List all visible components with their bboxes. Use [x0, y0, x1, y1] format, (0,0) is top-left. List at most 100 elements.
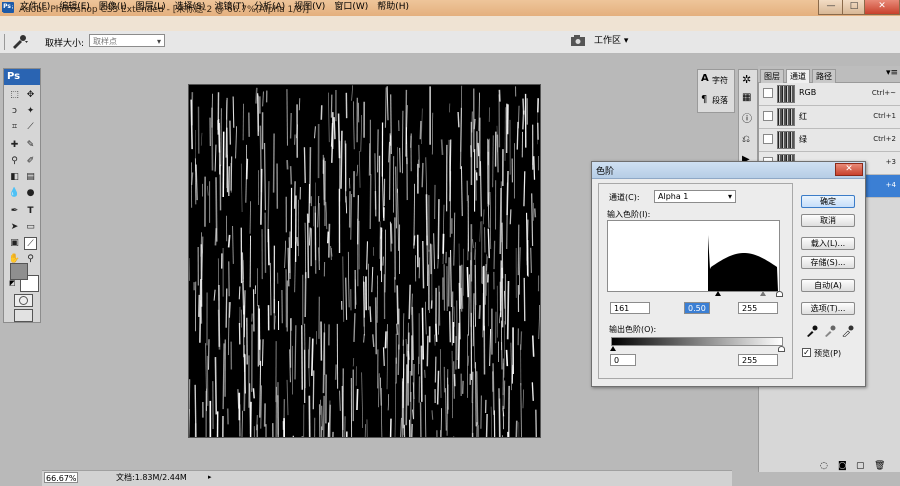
channel-row-rgb[interactable]: RGB Ctrl+~: [759, 83, 900, 106]
load-channel-selection-icon[interactable]: ◌: [820, 461, 828, 471]
menu-filter[interactable]: 滤镜(T): [214, 1, 245, 14]
menu-help[interactable]: 帮助(H): [377, 1, 409, 14]
notes-tool-icon[interactable]: ▣: [8, 237, 21, 250]
tab-channels[interactable]: 通道: [786, 69, 810, 84]
status-menu-arrow-icon[interactable]: ▸: [208, 473, 212, 481]
eyedropper-tool-icon[interactable]: ⟋: [24, 237, 37, 250]
paragraph-panel-icon[interactable]: ¶: [701, 94, 707, 105]
history-panel-icon[interactable]: ⎌: [742, 134, 750, 145]
foreground-color-swatch[interactable]: [10, 263, 28, 280]
texture-streak: [422, 308, 423, 360]
dodge-tool-icon[interactable]: ●: [24, 187, 37, 200]
lasso-tool-icon[interactable]: ↄ: [8, 105, 21, 118]
texture-streak: [260, 126, 261, 192]
save-button[interactable]: 存储(S)...: [801, 256, 855, 269]
texture-streak: [385, 331, 386, 348]
visibility-eye-icon[interactable]: [763, 134, 773, 144]
menu-analysis[interactable]: 分析(A): [254, 1, 285, 14]
marquee-tool-icon[interactable]: ⬚: [8, 89, 21, 102]
visibility-eye-icon[interactable]: [763, 111, 773, 121]
visibility-eye-icon[interactable]: [763, 88, 773, 98]
texture-streak: [223, 343, 224, 409]
texture-streak: [390, 222, 391, 252]
channel-row-red[interactable]: 红 Ctrl+1: [759, 106, 900, 129]
output-black-slider[interactable]: [610, 346, 616, 351]
menu-view[interactable]: 视图(V): [294, 1, 325, 14]
input-gamma-field[interactable]: 0.50: [684, 302, 710, 314]
new-channel-icon[interactable]: ▢: [856, 461, 865, 471]
slice-tool-icon[interactable]: ⟋: [24, 121, 37, 134]
healing-brush-tool-icon[interactable]: ✚: [8, 139, 21, 152]
menu-image[interactable]: 图像(I): [99, 1, 127, 14]
menu-layer[interactable]: 图层(L): [136, 1, 166, 14]
close-window-button[interactable]: ✕: [864, 0, 900, 15]
gray-eyedropper-icon[interactable]: [824, 325, 836, 337]
workspace-button[interactable]: 工作区 ▾: [594, 34, 628, 48]
dialog-close-button[interactable]: ✕: [835, 163, 863, 176]
move-tool-icon[interactable]: ✥: [24, 89, 37, 102]
load-button[interactable]: 载入(L)...: [801, 237, 855, 250]
bridge-icon[interactable]: [570, 34, 586, 48]
channel-row-green[interactable]: 绿 Ctrl+2: [759, 129, 900, 152]
input-black-slider[interactable]: [715, 291, 721, 296]
menu-select[interactable]: 选择(S): [175, 1, 206, 14]
screen-mode-icon[interactable]: [14, 309, 33, 322]
minimize-button[interactable]: —: [818, 0, 844, 15]
info-panel-icon[interactable]: ⓘ: [742, 110, 752, 125]
zoom-level-field[interactable]: 66.67%: [44, 472, 78, 483]
crop-tool-icon[interactable]: ⌗: [8, 121, 21, 134]
character-panel-label[interactable]: 字符: [712, 75, 728, 86]
clone-stamp-tool-icon[interactable]: ⚲: [8, 155, 21, 168]
eyedropper-tool-preset-icon[interactable]: [10, 33, 28, 49]
white-eyedropper-icon[interactable]: [842, 325, 854, 337]
path-selection-tool-icon[interactable]: ➤: [8, 221, 21, 234]
delete-channel-icon[interactable]: 🗑: [874, 461, 885, 471]
texture-streak: [480, 221, 481, 241]
input-black-field[interactable]: 161: [610, 302, 650, 314]
blur-tool-icon[interactable]: 💧: [8, 187, 21, 200]
output-white-field[interactable]: 255: [738, 354, 778, 366]
tab-layers[interactable]: 图层: [760, 69, 784, 84]
ps-menu-icon[interactable]: Ps: [2, 2, 12, 12]
magic-wand-tool-icon[interactable]: ✦: [24, 105, 37, 118]
histogram-panel-icon[interactable]: ▦: [742, 92, 751, 103]
menu-window[interactable]: 窗口(W): [334, 1, 368, 14]
paragraph-panel-label[interactable]: 段落: [712, 95, 728, 106]
gradient-tool-icon[interactable]: ▤: [24, 171, 37, 184]
shape-tool-icon[interactable]: ▭: [24, 221, 37, 234]
maximize-button[interactable]: □: [842, 0, 866, 15]
options-button[interactable]: 选项(T)...: [801, 302, 855, 315]
tab-paths[interactable]: 路径: [812, 69, 836, 84]
brush-tool-icon[interactable]: ✎: [24, 139, 37, 152]
auto-button[interactable]: 自动(A): [801, 279, 855, 292]
document-canvas[interactable]: [188, 84, 541, 438]
texture-streak: [462, 265, 463, 309]
texture-streak: [397, 324, 398, 335]
black-eyedropper-icon[interactable]: [806, 325, 818, 337]
input-white-slider[interactable]: [776, 291, 783, 297]
default-colors-icon[interactable]: ◩: [9, 279, 16, 287]
menu-edit[interactable]: 编辑(E): [59, 1, 90, 14]
character-panel-icon[interactable]: A: [701, 73, 709, 84]
save-selection-channel-icon[interactable]: ◙: [838, 461, 847, 471]
texture-streak: [396, 166, 397, 228]
quick-mask-icon[interactable]: [14, 294, 33, 307]
input-white-field[interactable]: 255: [738, 302, 778, 314]
navigator-panel-icon[interactable]: ✲: [742, 73, 751, 86]
sample-size-select[interactable]: 取样点 ▾: [89, 34, 165, 47]
input-gamma-slider[interactable]: [760, 291, 766, 296]
texture-streak: [442, 139, 443, 155]
output-black-field[interactable]: 0: [610, 354, 636, 366]
ok-button[interactable]: 确定: [801, 195, 855, 208]
type-tool-icon[interactable]: T: [24, 205, 37, 218]
channel-select[interactable]: Alpha 1 ▾: [654, 190, 736, 203]
eraser-tool-icon[interactable]: ◧: [8, 171, 21, 184]
cancel-button[interactable]: 取消: [801, 214, 855, 227]
history-brush-tool-icon[interactable]: ✐: [24, 155, 37, 168]
panel-menu-icon[interactable]: ▾≡: [886, 68, 898, 78]
pen-tool-icon[interactable]: ✒: [8, 205, 21, 218]
preview-checkbox[interactable]: ✓: [802, 348, 811, 357]
texture-streak: [387, 86, 388, 120]
menu-file[interactable]: 文件(F): [20, 1, 50, 14]
output-white-slider[interactable]: [778, 346, 785, 352]
